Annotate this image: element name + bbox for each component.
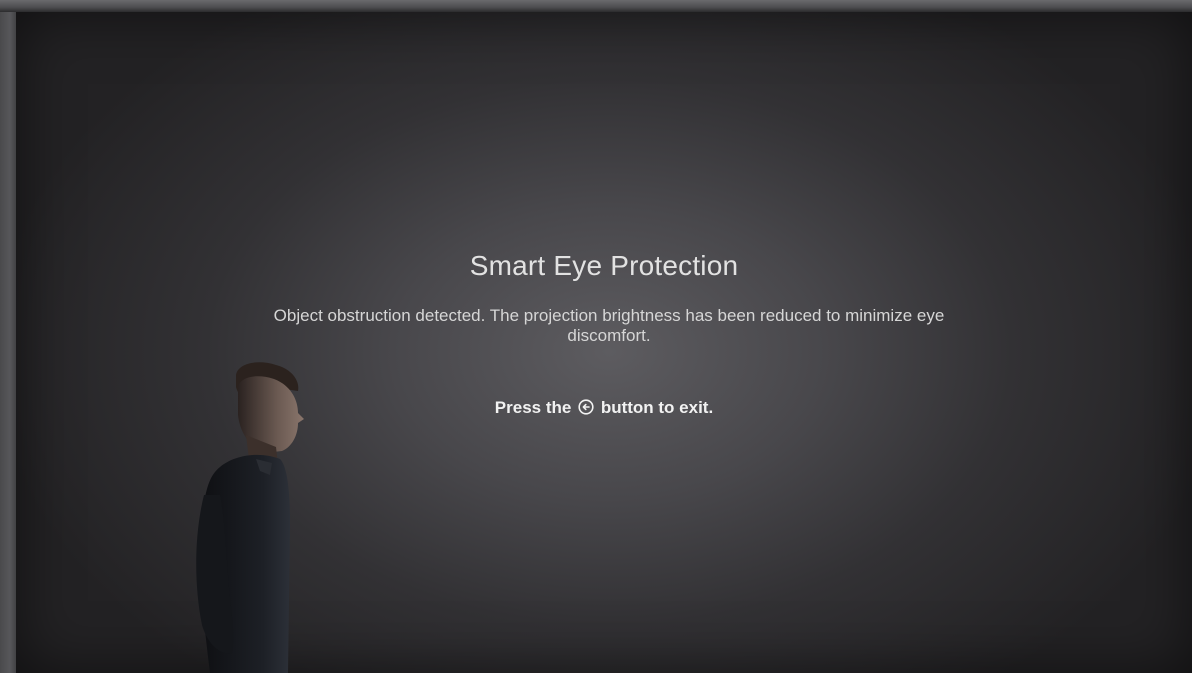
- overlay-title: Smart Eye Protection: [469, 250, 739, 281]
- back-icon: [578, 399, 594, 415]
- person-silhouette: [196, 362, 304, 673]
- screen-top-edge: [0, 0, 1192, 12]
- overlay-message: Object obstruction detected. The project…: [273, 306, 945, 345]
- instruction-prefix: Press the: [494, 398, 572, 417]
- instruction-suffix: button to exit.: [600, 398, 714, 417]
